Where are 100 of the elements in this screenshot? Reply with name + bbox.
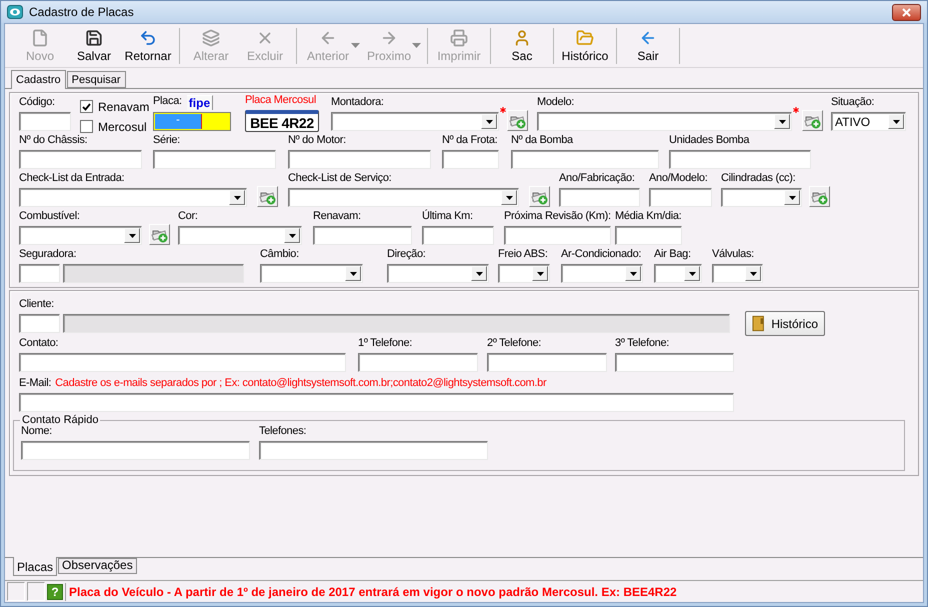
dropdown[interactable] xyxy=(537,112,792,131)
text-field[interactable] xyxy=(259,441,488,460)
field-label: Freio ABS: xyxy=(498,248,548,261)
dropdown[interactable] xyxy=(654,264,702,283)
dropdown[interactable] xyxy=(387,264,489,283)
tab[interactable]: Pesquisar xyxy=(66,71,126,88)
dropdown-arrow-icon xyxy=(234,196,240,200)
field-label: Cliente: xyxy=(19,298,54,311)
dropdown[interactable] xyxy=(331,112,499,131)
dropdown[interactable]: ATIVO xyxy=(831,112,906,131)
layers-icon xyxy=(202,29,220,47)
field-label: 1º Telefone: xyxy=(358,337,412,350)
text-field[interactable] xyxy=(615,353,734,372)
field-label: Próxima Revisão (Km): xyxy=(504,210,611,223)
code-field[interactable] xyxy=(19,314,60,333)
name-display-field[interactable] xyxy=(63,264,244,283)
dropdown[interactable] xyxy=(19,226,142,245)
tab[interactable]: Observações xyxy=(58,558,137,574)
text-field[interactable] xyxy=(559,188,640,207)
dropdown[interactable] xyxy=(260,264,363,283)
toolbar-button[interactable]: Sac xyxy=(495,28,549,64)
tab[interactable]: Placas xyxy=(13,557,58,576)
add-button[interactable] xyxy=(802,110,823,131)
field-label: Ano/Modelo: xyxy=(649,172,708,185)
field-label: Unidades Bomba xyxy=(669,134,750,147)
dropdown[interactable] xyxy=(561,264,643,283)
field-label: Modelo: xyxy=(537,96,574,109)
text-field[interactable] xyxy=(615,226,682,245)
text-field[interactable] xyxy=(19,150,142,169)
dropdown[interactable] xyxy=(178,226,302,245)
field-label: Renavam: xyxy=(313,210,361,223)
dropdown-arrow-icon xyxy=(688,272,696,276)
text-field[interactable] xyxy=(288,150,431,169)
text-field[interactable] xyxy=(313,226,412,245)
field-label: Nº da Bomba xyxy=(511,134,573,147)
text-field[interactable] xyxy=(19,112,71,131)
toolbar-button[interactable]: Histórico xyxy=(558,28,612,64)
dropdown[interactable] xyxy=(19,188,247,207)
field-label: Última Km: xyxy=(422,210,473,223)
dropdown-arrow-icon xyxy=(476,272,482,276)
checkbox[interactable] xyxy=(80,100,93,113)
text-field[interactable] xyxy=(504,226,611,245)
history-button[interactable]: Histórico xyxy=(745,311,825,336)
hint-text: Cadastre os e-mails separados por ; Ex: contato@lightsystemsoft.com.br;contato2@lightsystemsoft.com.br xyxy=(55,377,546,390)
field-label: Série: xyxy=(153,134,180,147)
fipe-tab[interactable]: fipe xyxy=(186,95,214,110)
dropdown[interactable] xyxy=(721,188,802,207)
text-field[interactable] xyxy=(487,353,607,372)
dropdown-arrow-icon xyxy=(288,234,296,238)
field-label: Nº da Frota: xyxy=(442,134,498,147)
add-button[interactable] xyxy=(809,186,830,207)
dropdown-arrow-icon xyxy=(536,272,544,276)
field-label: Check-List da Entrada: xyxy=(19,172,124,185)
field-label: E-Mail: xyxy=(19,377,52,390)
tab[interactable]: Cadastro xyxy=(11,70,66,89)
field-label: Nome: xyxy=(21,425,52,438)
dropdown-arrow-icon xyxy=(892,120,900,124)
field-label: Direção: xyxy=(387,248,426,261)
arrow-right-icon xyxy=(380,29,398,47)
text-field[interactable] xyxy=(669,150,811,169)
text-field[interactable] xyxy=(21,441,250,460)
text-field[interactable] xyxy=(358,353,478,372)
text-field[interactable] xyxy=(511,150,659,169)
checkbox[interactable] xyxy=(80,120,93,133)
toolbar-button[interactable]: Salvar xyxy=(67,28,121,64)
field-label: Válvulas: xyxy=(712,248,754,261)
add-button[interactable] xyxy=(507,110,528,131)
person-icon xyxy=(513,29,531,47)
field-label: Cor: xyxy=(178,210,198,223)
field-label: Montadora: xyxy=(331,96,384,109)
text-field[interactable] xyxy=(422,226,494,245)
toolbar-button[interactable]: Sair xyxy=(621,28,675,64)
text-field[interactable] xyxy=(153,150,276,169)
email-field[interactable] xyxy=(19,393,734,412)
field-label: 3º Telefone: xyxy=(615,337,670,350)
add-button[interactable] xyxy=(257,186,278,207)
dropdown-arrow-icon xyxy=(128,234,136,238)
close-button[interactable] xyxy=(892,4,921,20)
code-field[interactable] xyxy=(19,264,60,283)
dropdown[interactable] xyxy=(712,264,763,283)
add-button[interactable] xyxy=(149,224,170,245)
add-button[interactable] xyxy=(529,186,550,207)
field-label: Seguradora: xyxy=(19,248,76,261)
text-field[interactable] xyxy=(442,150,499,169)
field-label: Câmbio: xyxy=(260,248,299,261)
group-title: Contato Rápido xyxy=(21,414,100,426)
text-field[interactable] xyxy=(649,188,712,207)
field-label: Telefones: xyxy=(259,425,306,438)
toolbar-button[interactable]: Retornar xyxy=(121,28,175,64)
client-name-field[interactable] xyxy=(63,314,730,333)
dropdown[interactable] xyxy=(498,264,550,283)
dropdown[interactable] xyxy=(288,188,519,207)
field-label: Placa: xyxy=(153,95,182,108)
field-label: Combustível: xyxy=(19,210,80,223)
help-icon: ? xyxy=(47,584,63,600)
field-label: Nº do Châssis: xyxy=(19,134,88,147)
dropdown-arrow-icon xyxy=(486,120,492,124)
dropdown-arrow-icon xyxy=(750,272,756,276)
field-label: Air Bag: xyxy=(654,248,691,261)
text-field[interactable] xyxy=(19,353,346,372)
